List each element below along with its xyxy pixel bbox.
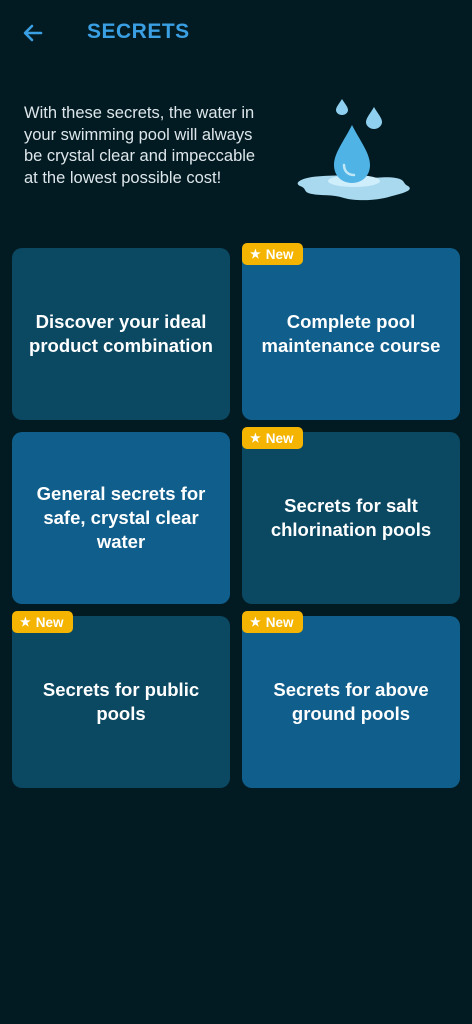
card-title: Secrets for above ground pools: [273, 679, 429, 724]
card-title: Secrets for public pools: [42, 679, 200, 724]
card-title: Secrets for salt chlorination pools: [270, 495, 432, 540]
back-button[interactable]: [16, 17, 50, 49]
star-icon: ★: [20, 615, 31, 629]
card-title: Discover your ideal product combination: [29, 311, 213, 356]
card-title: Complete pool maintenance course: [261, 311, 441, 356]
star-icon: ★: [250, 615, 261, 629]
star-icon: ★: [250, 431, 261, 445]
new-badge: ★ New: [12, 611, 73, 633]
new-badge: ★ New: [242, 427, 303, 449]
star-icon: ★: [250, 247, 261, 261]
intro-text: With these secrets, the water in your sw…: [24, 104, 256, 188]
card-public-pools[interactable]: ★ New Secrets for public pools: [12, 611, 230, 788]
new-badge: ★ New: [242, 611, 303, 633]
badge-label: New: [35, 614, 64, 630]
water-drop-icon: [297, 99, 410, 201]
card-general-secrets[interactable]: General secrets for safe, crystal clear …: [12, 432, 230, 604]
card-pool-maintenance-course[interactable]: ★ New Complete pool maintenance course: [242, 243, 460, 420]
card-above-ground-pools[interactable]: ★ New Secrets for above ground pools: [242, 611, 460, 788]
badge-label: New: [265, 614, 294, 630]
card-ideal-product-combination[interactable]: Discover your ideal product combination: [12, 248, 230, 420]
page-title: SECRETS: [87, 20, 190, 43]
arrow-left-icon: [23, 24, 43, 42]
badge-label: New: [265, 430, 294, 446]
card-salt-chlorination[interactable]: ★ New Secrets for salt chlorination pool…: [242, 427, 460, 604]
badge-label: New: [265, 246, 294, 262]
new-badge: ★ New: [242, 243, 303, 265]
app-header: SECRETS: [0, 0, 472, 66]
card-title: General secrets for safe, crystal clear …: [36, 483, 206, 552]
